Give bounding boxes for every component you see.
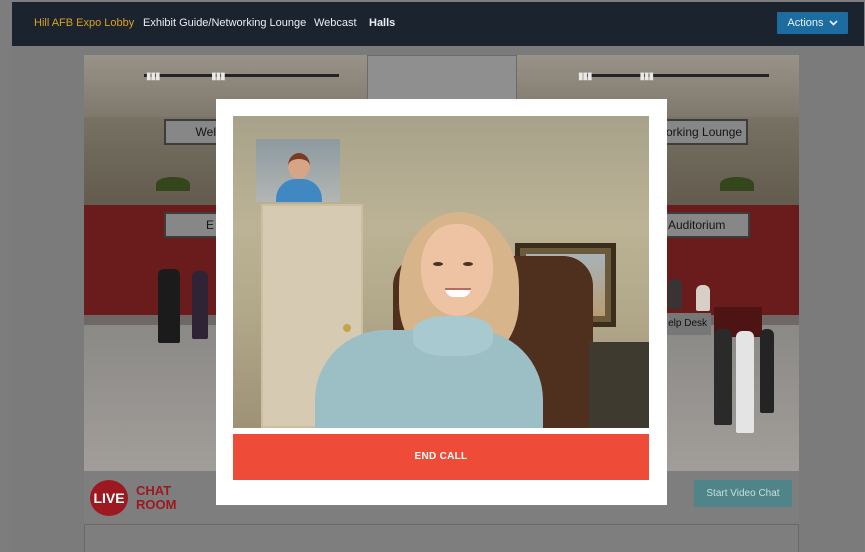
- plant-right: [720, 177, 754, 191]
- participant-eye: [463, 262, 473, 266]
- video-bg-door-knob: [343, 324, 351, 332]
- lobby-person: [714, 329, 732, 425]
- chat-text: CHAT: [136, 483, 172, 498]
- plant-left: [156, 177, 190, 191]
- participant-eye: [433, 262, 443, 266]
- participant-collar: [413, 316, 493, 356]
- live-chat-label: CHAT ROOM: [136, 484, 176, 512]
- participant-face: [421, 224, 493, 316]
- self-view-video[interactable]: [256, 139, 340, 202]
- self-view-body: [276, 179, 322, 202]
- self-view-head: [288, 153, 310, 179]
- lobby-person: [158, 269, 180, 343]
- top-navbar: Hill AFB Expo Lobby Exhibit Guide/Networ…: [12, 2, 864, 46]
- lobby-person: [736, 331, 754, 433]
- actions-label: Actions: [787, 17, 824, 29]
- start-video-chat-button[interactable]: Start Video Chat: [694, 480, 792, 507]
- sign-welcome[interactable]: Wel: [164, 119, 220, 145]
- lobby-person: [668, 279, 682, 309]
- sign-exhibit-hall[interactable]: E: [164, 212, 220, 238]
- end-call-button[interactable]: END CALL: [233, 434, 649, 480]
- nav-item-webcast[interactable]: Webcast: [314, 17, 357, 29]
- bottom-content-box: [84, 524, 799, 552]
- ceiling-lights-left: ▮▮▮ ▮▮▮: [146, 71, 226, 82]
- actions-button[interactable]: Actions: [777, 12, 848, 34]
- room-text: ROOM: [136, 497, 177, 512]
- sign-auditorium[interactable]: Auditorium: [662, 212, 750, 238]
- ceiling-lights-right: ▮▮▮ ▮▮▮: [578, 71, 654, 82]
- sign-networking-lounge[interactable]: orking Lounge: [662, 119, 748, 145]
- lobby-person: [760, 329, 774, 413]
- chevron-down-icon: [828, 20, 838, 26]
- lobby-person: [192, 271, 208, 339]
- nav-item-expo-lobby[interactable]: Hill AFB Expo Lobby: [34, 17, 134, 29]
- live-chat-badge: LIVE: [90, 480, 128, 516]
- sign-help-desk[interactable]: elp Desk: [661, 313, 711, 335]
- lobby-person: [696, 285, 710, 311]
- video-bg-sofa: [589, 342, 649, 428]
- nav-item-halls[interactable]: Halls: [369, 17, 395, 29]
- live-chat-room-logo[interactable]: LIVE CHAT ROOM: [90, 478, 190, 518]
- nav-item-exhibit-guide[interactable]: Exhibit Guide/Networking Lounge: [143, 17, 306, 29]
